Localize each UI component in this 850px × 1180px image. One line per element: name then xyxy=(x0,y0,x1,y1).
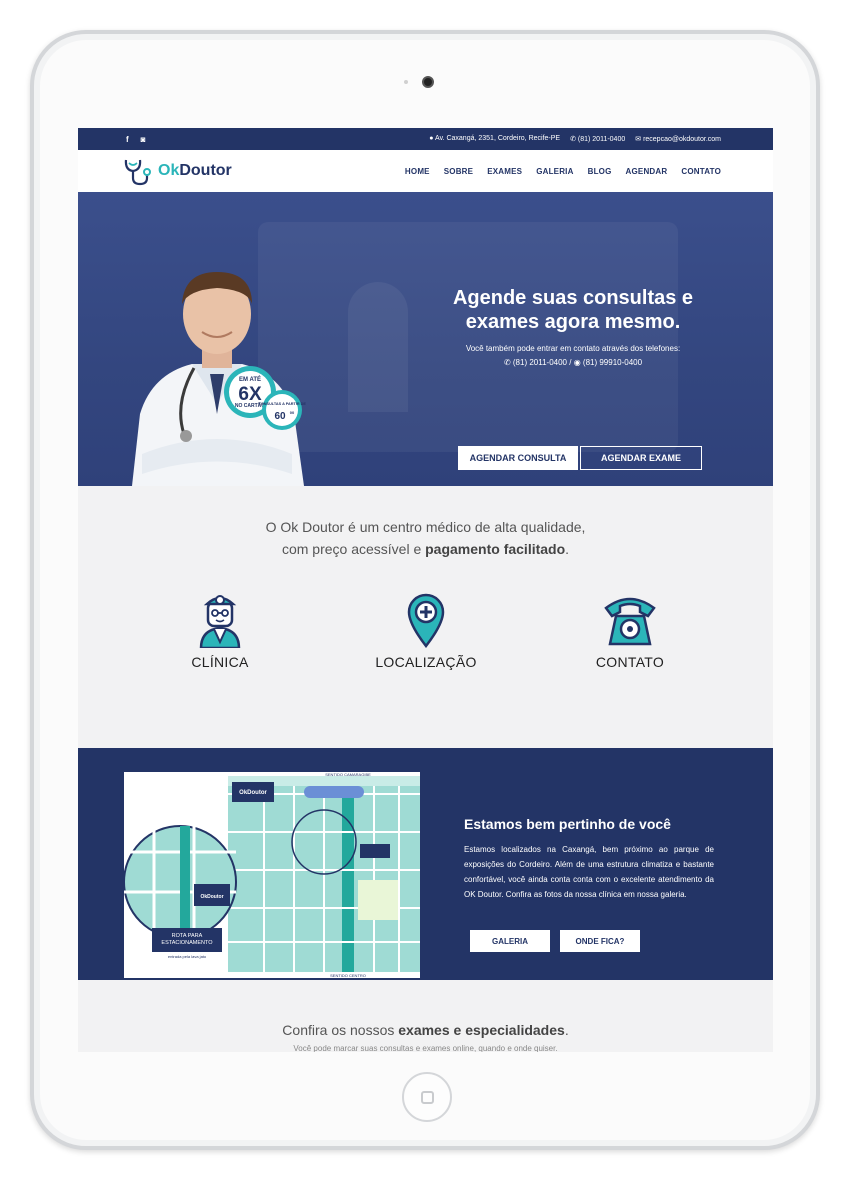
feature-contato[interactable]: CONTATO xyxy=(560,592,700,670)
location-section: ROTA PARA ESTACIONAMENTO entrada pela la… xyxy=(78,748,773,980)
home-button-icon xyxy=(421,1091,434,1104)
nav-exames[interactable]: EXAMES xyxy=(487,167,522,176)
onde-fica-button[interactable]: ONDE FICA? xyxy=(560,930,640,952)
hero-phone2: (81) 99910-0400 xyxy=(582,358,643,367)
top-info-bar: f ◙ ● Av. Caxangá, 2351, Cordeiro, Recif… xyxy=(78,128,773,150)
stethoscope-logo-icon xyxy=(124,159,151,186)
address-item: ● Av. Caxangá, 2351, Cordeiro, Recife-PE xyxy=(429,135,560,143)
location-title: Estamos bem pertinho de você xyxy=(464,816,671,832)
hero-phone1: (81) 2011-0400 xyxy=(512,358,567,367)
intro-text: O Ok Doutor é um centro médico de alta q… xyxy=(78,486,773,560)
nav-galeria[interactable]: GALERIA xyxy=(536,167,573,176)
exams-title: Confira os nossos exames e especialidade… xyxy=(78,980,773,1038)
map-label-bottom: SENTIDO CENTRO xyxy=(330,973,366,978)
social-links: f ◙ xyxy=(126,135,146,144)
map-logo-inset: OkDoutor xyxy=(200,894,223,900)
exams-section: Confira os nossos exames e especialidade… xyxy=(78,980,773,1052)
logo-doutor: Doutor xyxy=(179,162,232,179)
nav-contato[interactable]: CONTATO xyxy=(681,167,721,176)
intro-line2-pre: com preço acessível e xyxy=(281,541,426,557)
hero-subtitle: Você também pode entrar em contato atrav… xyxy=(465,344,681,353)
address-text: Av. Caxangá, 2351, Cordeiro, Recife-PE xyxy=(435,135,561,142)
hero-separator: / xyxy=(569,358,572,367)
nav-agendar[interactable]: AGENDAR xyxy=(626,167,668,176)
nav-blog[interactable]: BLOG xyxy=(588,167,612,176)
clinic-heart-decor xyxy=(348,282,408,412)
map-route-line3: entrada pela lava jato xyxy=(168,954,207,959)
home-button[interactable] xyxy=(402,1072,452,1122)
street-map-illustration: ROTA PARA ESTACIONAMENTO entrada pela la… xyxy=(124,772,420,978)
main-nav: HOME SOBRE EXAMES GALERIA BLOG AGENDAR C… xyxy=(405,167,721,176)
nav-sobre[interactable]: SOBRE xyxy=(444,167,473,176)
intro-section: O Ok Doutor é um centro médico de alta q… xyxy=(78,486,773,748)
phone-icon: ✆ xyxy=(570,136,578,143)
instagram-icon[interactable]: ◙ xyxy=(141,135,146,144)
facebook-icon[interactable]: f xyxy=(126,135,129,144)
contact-info: ● Av. Caxangá, 2351, Cordeiro, Recife-PE… xyxy=(429,135,721,143)
email-item[interactable]: ✉ recepcao@okdoutor.com xyxy=(635,135,721,143)
badge2-cents: 00 xyxy=(290,410,295,415)
clinic-background xyxy=(258,222,678,452)
agendar-exame-button[interactable]: AGENDAR EXAME xyxy=(580,446,702,470)
phone-text: (81) 2011-0400 xyxy=(577,136,626,143)
telephone-icon xyxy=(604,597,656,646)
intro-line2-end: . xyxy=(565,541,570,557)
hero-title-line1: Agende suas consultas e xyxy=(452,287,694,309)
doctor-icon xyxy=(199,595,241,648)
location-map[interactable]: ROTA PARA ESTACIONAMENTO entrada pela la… xyxy=(124,772,420,978)
email-text: recepcao@okdoutor.com xyxy=(643,136,721,143)
feature-localizacao-label: LOCALIZAÇÃO xyxy=(375,654,477,670)
feature-contato-label: CONTATO xyxy=(595,654,665,670)
exams-title-pre: Confira os nossos xyxy=(282,1022,399,1038)
doctor-photo: EM ATÉ 6X NO CARTÃO CONSULTAS A PARTIR D… xyxy=(132,272,306,486)
hero-title: Agende suas consultas e exames agora mes… xyxy=(418,286,728,334)
hero-subtitle-block: Você também pode entrar em contato atrav… xyxy=(418,342,728,370)
location-buttons: GALERIA ONDE FICA? xyxy=(470,930,640,952)
whatsapp-icon: ◉ xyxy=(573,358,583,367)
badge2-price: 60 xyxy=(274,411,286,422)
intro-line2-bold: pagamento facilitado xyxy=(425,541,566,557)
phone-icon: ✆ xyxy=(503,358,513,367)
map-route-line1: ROTA PARA xyxy=(172,933,203,939)
agendar-consulta-button[interactable]: AGENDAR CONSULTA xyxy=(458,446,578,470)
envelope-icon: ✉ xyxy=(635,136,644,143)
screen: f ◙ ● Av. Caxangá, 2351, Cordeiro, Recif… xyxy=(78,128,773,1052)
hero-title-line2: exames agora mesmo. xyxy=(465,311,681,333)
badge-top-text: EM ATÉ xyxy=(239,375,261,383)
map-route-line2: ESTACIONAMENTO xyxy=(161,940,213,946)
feature-clinica-label: CLÍNICA xyxy=(191,654,249,670)
site-header: OkDoutor HOME SOBRE EXAMES GALERIA BLOG … xyxy=(78,150,773,192)
galeria-button[interactable]: GALERIA xyxy=(470,930,550,952)
feature-localizacao[interactable]: LOCALIZAÇÃO xyxy=(356,592,496,670)
map-logo-top: OkDoutor xyxy=(239,790,267,796)
logo-ok: Ok xyxy=(158,162,180,179)
feature-clinica[interactable]: CLÍNICA xyxy=(150,592,290,670)
exams-title-bold: exames e especialidades xyxy=(398,1022,565,1038)
nav-home[interactable]: HOME xyxy=(405,167,430,176)
sensor-dot xyxy=(404,80,408,84)
location-text: Estamos localizados na Caxangá, bem próx… xyxy=(464,845,714,899)
exams-subtitle: Você pode marcar suas consultas e exames… xyxy=(293,1044,558,1052)
badge2-text: CONSULTAS A PARTIR DE xyxy=(258,402,306,406)
location-pin-icon xyxy=(407,593,445,648)
intro-line1: O Ok Doutor é um centro médico de alta q… xyxy=(265,519,586,535)
hero-buttons: AGENDAR CONSULTA AGENDAR EXAME xyxy=(458,446,702,470)
exams-title-end: . xyxy=(564,1022,569,1038)
camera-icon xyxy=(422,76,434,88)
map-label-top: SENTIDO CAMARAGIBE xyxy=(325,772,371,777)
phone-item: ✆ (81) 2011-0400 xyxy=(570,135,625,143)
logo-text: OkDoutor xyxy=(158,162,232,180)
logo[interactable]: OkDoutor xyxy=(122,154,232,188)
hero-banner: EM ATÉ 6X NO CARTÃO CONSULTAS A PARTIR D… xyxy=(78,192,773,486)
